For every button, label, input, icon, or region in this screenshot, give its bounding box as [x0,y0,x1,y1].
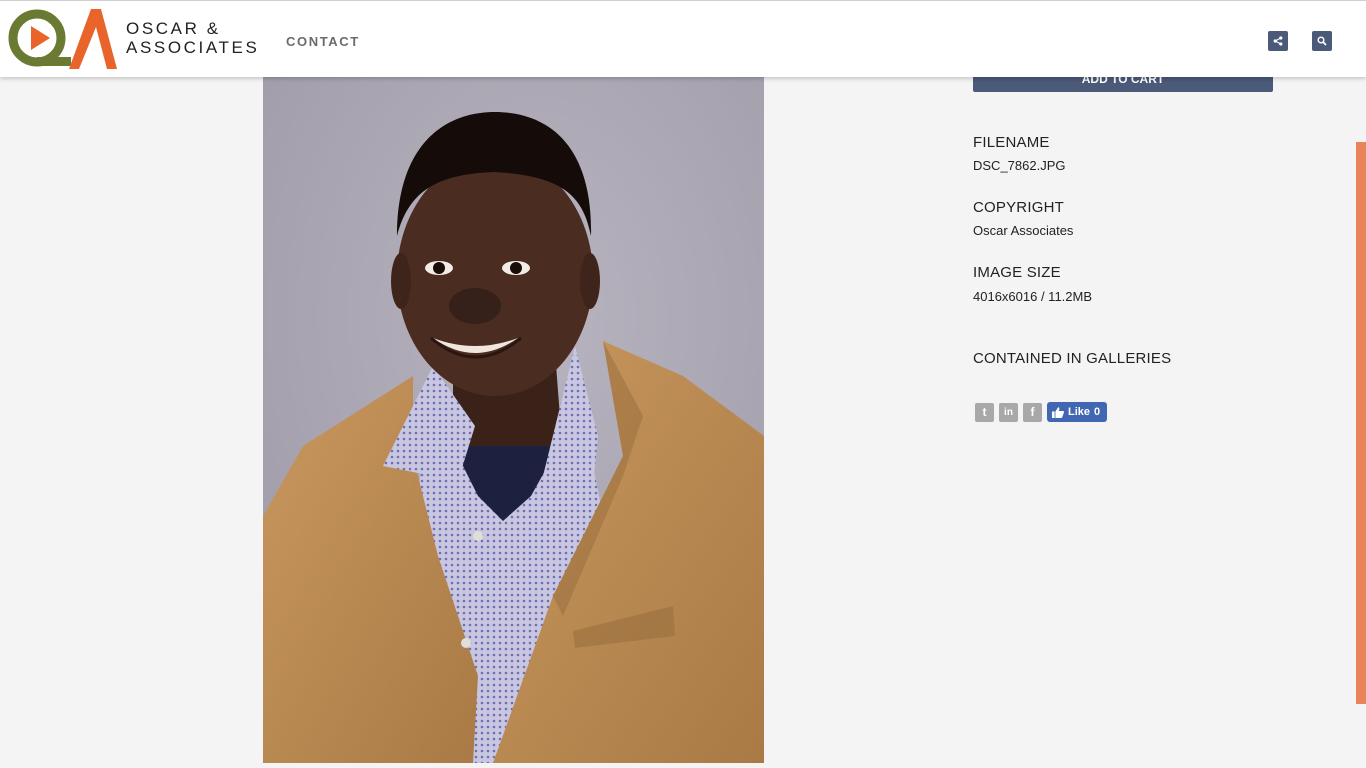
image-size-value: 4016x6016 / 11.2MB [973,289,1093,304]
copyright-value: Oscar Associates [973,223,1074,238]
brand-line-2: ASSOCIATES [126,38,260,57]
search-button[interactable] [1312,31,1332,51]
linkedin-icon[interactable]: in [999,402,1018,422]
facebook-icon[interactable]: f [1023,402,1042,422]
like-label: Like [1068,406,1091,418]
filename-label: FILENAME [973,134,1050,151]
share-icon [1273,36,1283,46]
search-icon [1317,36,1327,46]
twitter-icon[interactable]: t [975,402,994,422]
site-header: OSCAR & ASSOCIATES CONTACT [0,0,1366,77]
like-count: 0 [1094,406,1101,418]
brand-logo[interactable] [7,7,119,71]
main-photo[interactable] [263,76,764,763]
nav-contact-link[interactable]: CONTACT [286,34,360,49]
image-size-label: IMAGE SIZE [973,264,1061,281]
filename-value: DSC_7862.JPG [973,158,1066,173]
logo-mark-icon [8,9,117,69]
facebook-like-button[interactable]: Like 0 [1047,402,1108,422]
social-share-bar: t in f Like 0 [975,402,1108,422]
brand-name[interactable]: OSCAR & ASSOCIATES [126,19,259,57]
galleries-heading: CONTAINED IN GALLERIES [973,350,1172,367]
share-button[interactable] [1268,31,1288,51]
brand-line-1: OSCAR & [126,19,221,38]
thumbs-up-icon [1052,406,1064,418]
copyright-label: COPYRIGHT [973,199,1064,216]
page-scrollbar-thumb[interactable] [1356,142,1366,704]
portrait-photo-image [263,76,764,763]
